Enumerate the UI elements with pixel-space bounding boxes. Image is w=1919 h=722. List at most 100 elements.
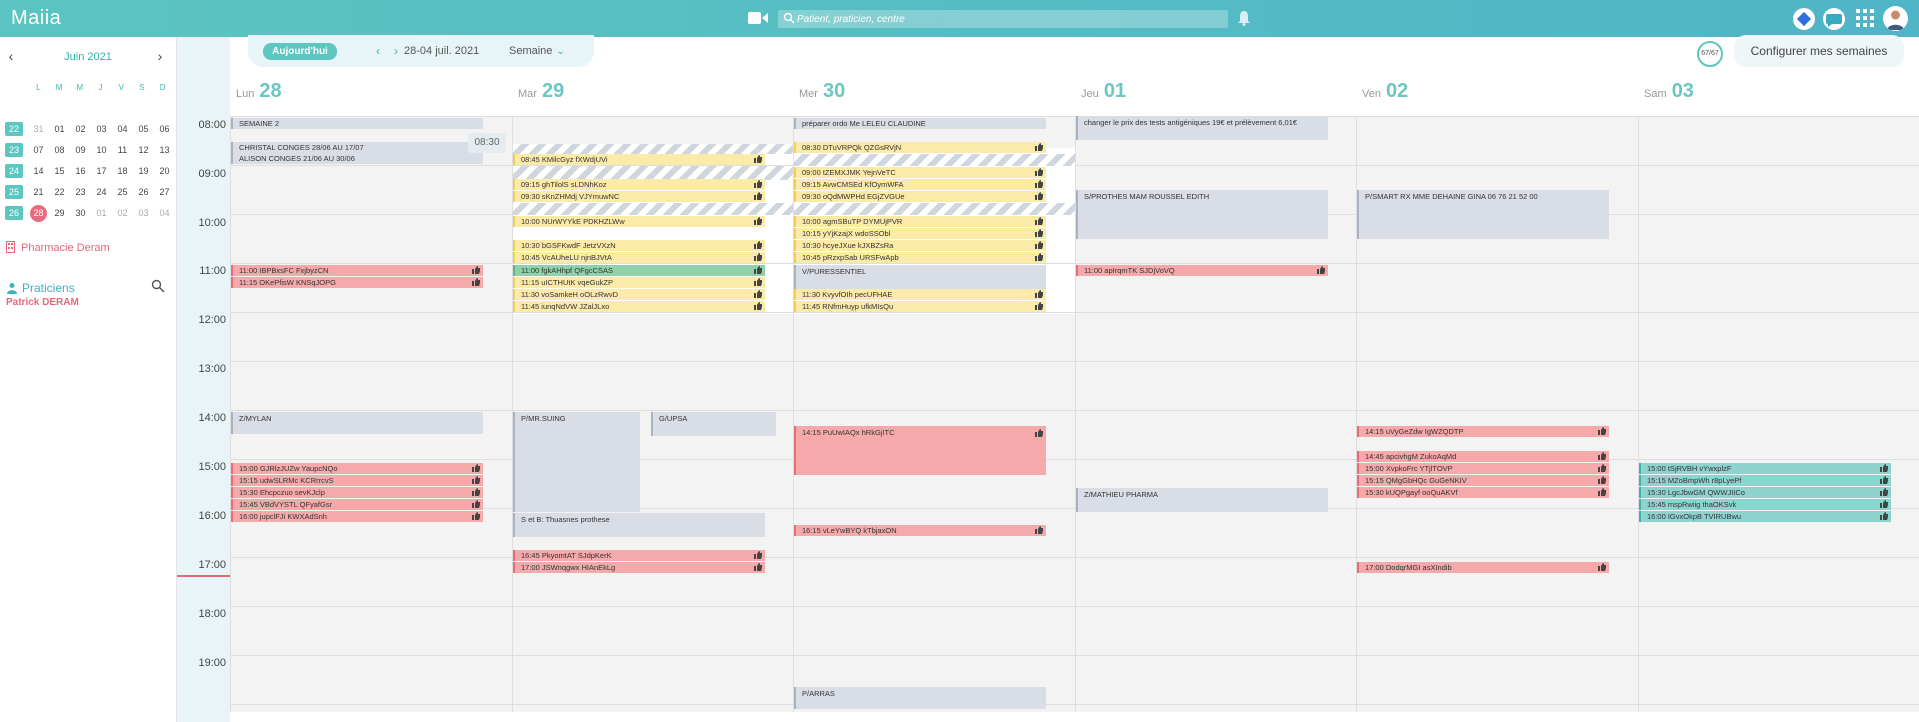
day-cell[interactable]: 02 [112,205,133,221]
apps-grid-icon[interactable] [1856,9,1874,27]
day-cell[interactable]: 24 [91,184,112,200]
view-select[interactable]: Semaine ⌄ [509,45,565,57]
day-cell[interactable]: 08 [49,142,70,158]
appointment[interactable]: 17:00 JSWnqgwx HIAnEkLg [513,562,765,573]
day-cell[interactable]: 04 [154,205,175,221]
appointment[interactable]: 11:30 voSamkeH oOLzRwvD [513,289,765,300]
search-icon[interactable] [151,279,165,293]
calendar-event[interactable]: changer le prix des tests antigéniques 1… [1076,116,1328,140]
appointment[interactable]: 11:45 iunqNdVW JZalJLxo [513,301,765,312]
calendar-event[interactable]: ALISON CONGES 21/06 AU 30/06 [231,153,483,164]
next-week-button[interactable]: › [390,43,402,59]
calendar-event[interactable]: S/PROTHES MAM ROUSSEL EDITH [1076,190,1328,239]
chat-icon[interactable] [1823,8,1845,30]
day-cell[interactable]: 03 [91,121,112,137]
appointment[interactable]: 17:00 DodqrMGI asXIndib [1357,562,1609,573]
bell-icon[interactable] [1237,10,1251,26]
day-cell[interactable]: 04 [112,121,133,137]
day-cell-today[interactable]: 28 [30,205,47,222]
day-cell[interactable]: 11 [112,142,133,158]
day-cell[interactable]: 18 [112,163,133,179]
day-cell[interactable]: 26 [133,184,154,200]
day-cell[interactable]: 19 [133,163,154,179]
week-number[interactable]: 26 [5,206,23,220]
calendar-event[interactable]: Z/MATHIEU PHARMA [1076,488,1328,512]
appointment[interactable]: 10:30 bGSFKwdF JetzVXzN [513,240,765,251]
day-cell[interactable]: 22 [49,184,70,200]
calendar-event[interactable]: préparer ordo Me LELEU CLAUDINE [794,118,1046,129]
appointment[interactable]: 15:15 QMgGbHQc GuGeNKIV [1357,475,1609,486]
help-diamond-icon[interactable] [1793,8,1815,30]
appointment[interactable]: 15:15 MZoBmpWh r8pLyePf [1639,475,1891,486]
appointment[interactable]: 11:00 IBPBxsFC FxjbyzCN [231,265,483,276]
appointment[interactable]: 09:00 tZEMXJMK YejnVeTC [794,167,1046,178]
calendar-event[interactable]: S et B: Thuasnes prothese [513,513,765,537]
day-header-wed[interactable]: Mer 30 [799,80,845,103]
day-cell[interactable]: 05 [133,121,154,137]
day-column-sat[interactable] [1638,116,1919,712]
calendar-event[interactable]: CHRISTAL CONGES 28/06 AU 17/07 [231,142,483,153]
appointment[interactable]: 15:30 Ehcpczuo sevKJclp [231,487,483,498]
day-header-fri[interactable]: Ven 02 [1362,80,1408,103]
calendar-event[interactable]: P/MR.SUING [513,412,640,512]
day-cell[interactable]: 23 [70,184,91,200]
appointment[interactable]: 10:00 NUrWYYkE PDKHZLWw [513,216,765,227]
day-header-thu[interactable]: Jeu 01 [1081,80,1126,103]
appointment[interactable]: 16:15 vLeYwBYQ kTbjaxON [794,525,1046,536]
week-number[interactable]: 22 [5,122,23,136]
week-number[interactable]: 24 [5,164,23,178]
day-cell[interactable]: 06 [154,121,175,137]
day-cell[interactable]: 20 [154,163,175,179]
video-camera-icon[interactable] [748,11,768,25]
calendar-event[interactable]: SEMAINE 2 [231,118,483,129]
appointment[interactable]: 14:45 apcivhgM ZukoAqMd [1357,451,1609,462]
appointment[interactable]: 16:45 PkyomtAT SJdpKerK [513,550,765,561]
day-cell[interactable]: 21 [28,184,49,200]
appointment[interactable]: 15:00 GJRlzJUZw YaupcNQo [231,463,483,474]
appointment[interactable]: 11:15 OKePfisW KNSqJOPG [231,277,483,288]
user-avatar[interactable] [1883,6,1908,31]
appointment[interactable]: 11:00 apIrqmTK SJDjVoVQ [1076,265,1328,276]
day-cell[interactable]: 01 [49,121,70,137]
appointment[interactable]: 10:30 hcyeJXue kJXBZsRa [794,240,1046,251]
day-cell[interactable]: 14 [28,163,49,179]
day-cell[interactable]: 07 [28,142,49,158]
appointment[interactable]: 16:00 jupclFJi KWXAdSnh [231,511,483,522]
appointment[interactable]: 15:30 LgcJbwGM QWWJIICo [1639,487,1891,498]
week-number[interactable]: 23 [5,143,23,157]
pharmacy-link[interactable]: Pharmacie Deram [6,241,176,255]
day-cell[interactable]: 10 [91,142,112,158]
appointment[interactable]: 11:45 RNfmHuyp ufkMIsQu [794,301,1046,312]
appointment[interactable]: 16:00 IGvxOkpB TVIRUBwu [1639,511,1891,522]
appointment[interactable]: 15:00 XvpkoFrc YTjlTOVP [1357,463,1609,474]
day-cell[interactable]: 02 [70,121,91,137]
prev-week-button[interactable]: ‹ [372,43,384,59]
appointment[interactable]: 14:15 uVyGeZdw IgWZQDTP [1357,426,1609,437]
appointment[interactable]: 09:30 oQdMWPHd EGjZVGUe [794,191,1046,202]
appointment[interactable]: 15:45 mspRwiig thaOKSvk [1639,499,1891,510]
day-header-sat[interactable]: Sam 03 [1644,80,1694,103]
global-search[interactable] [778,10,1228,28]
day-header-mon[interactable]: Lun 28 [236,80,282,103]
day-cell[interactable]: 16 [70,163,91,179]
calendar-event[interactable]: V/PURESSENTIEL [794,265,1046,289]
appointment[interactable]: 15:15 udwSLRMc KCRrrcvS [231,475,483,486]
appointment[interactable]: 11:15 uICTHUtK vqeGukZP [513,277,765,288]
appointment[interactable]: 15:45 VBdVYSTL QFyafGsr [231,499,483,510]
appointment[interactable]: 10:45 pRzxpSab URSFwApb [794,252,1046,263]
day-cell[interactable]: 09 [70,142,91,158]
app-logo[interactable]: Maiia [11,7,61,30]
day-header-tue[interactable]: Mar 29 [518,80,564,103]
appointment[interactable]: 14:15 PuUwIAQx hRkGjITC [794,426,1046,475]
appointment[interactable]: 11:30 KvyvfOIh pecUFHAE [794,289,1046,300]
day-cell[interactable]: 29 [49,205,70,221]
appointment[interactable]: 11:00 fgkAHhpf QFgcCSAS [513,265,765,276]
appointment[interactable]: 10:15 yYjKzajX wdoSSObl [794,228,1046,239]
appointment[interactable]: 15:00 tSjRVBH vYwxplzF [1639,463,1891,474]
calendar-event[interactable]: Z/MYLAN [231,412,483,434]
practitioner-item[interactable]: Patrick DERAM [6,297,79,308]
day-cell[interactable]: 31 [28,121,49,137]
appointment[interactable]: 10:00 agmSBuTP DYMUjPVR [794,216,1046,227]
day-cell[interactable]: 17 [91,163,112,179]
today-button[interactable]: Aujourd'hui [263,43,337,60]
